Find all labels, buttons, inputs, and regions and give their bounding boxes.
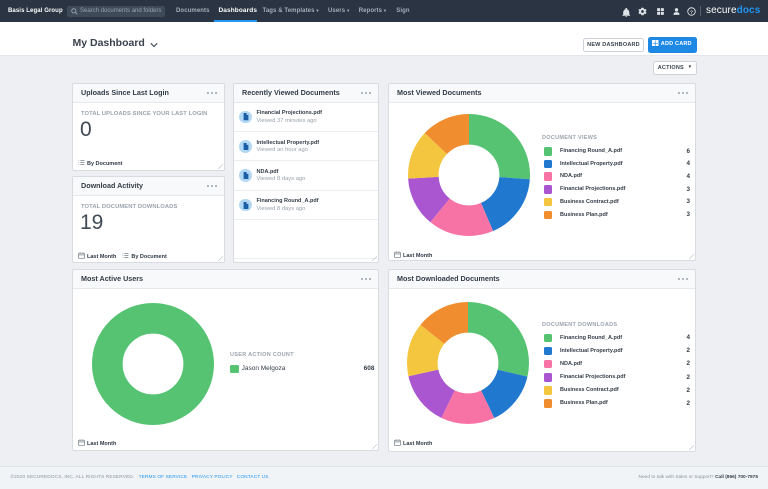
svg-text:?: ? — [690, 9, 693, 15]
